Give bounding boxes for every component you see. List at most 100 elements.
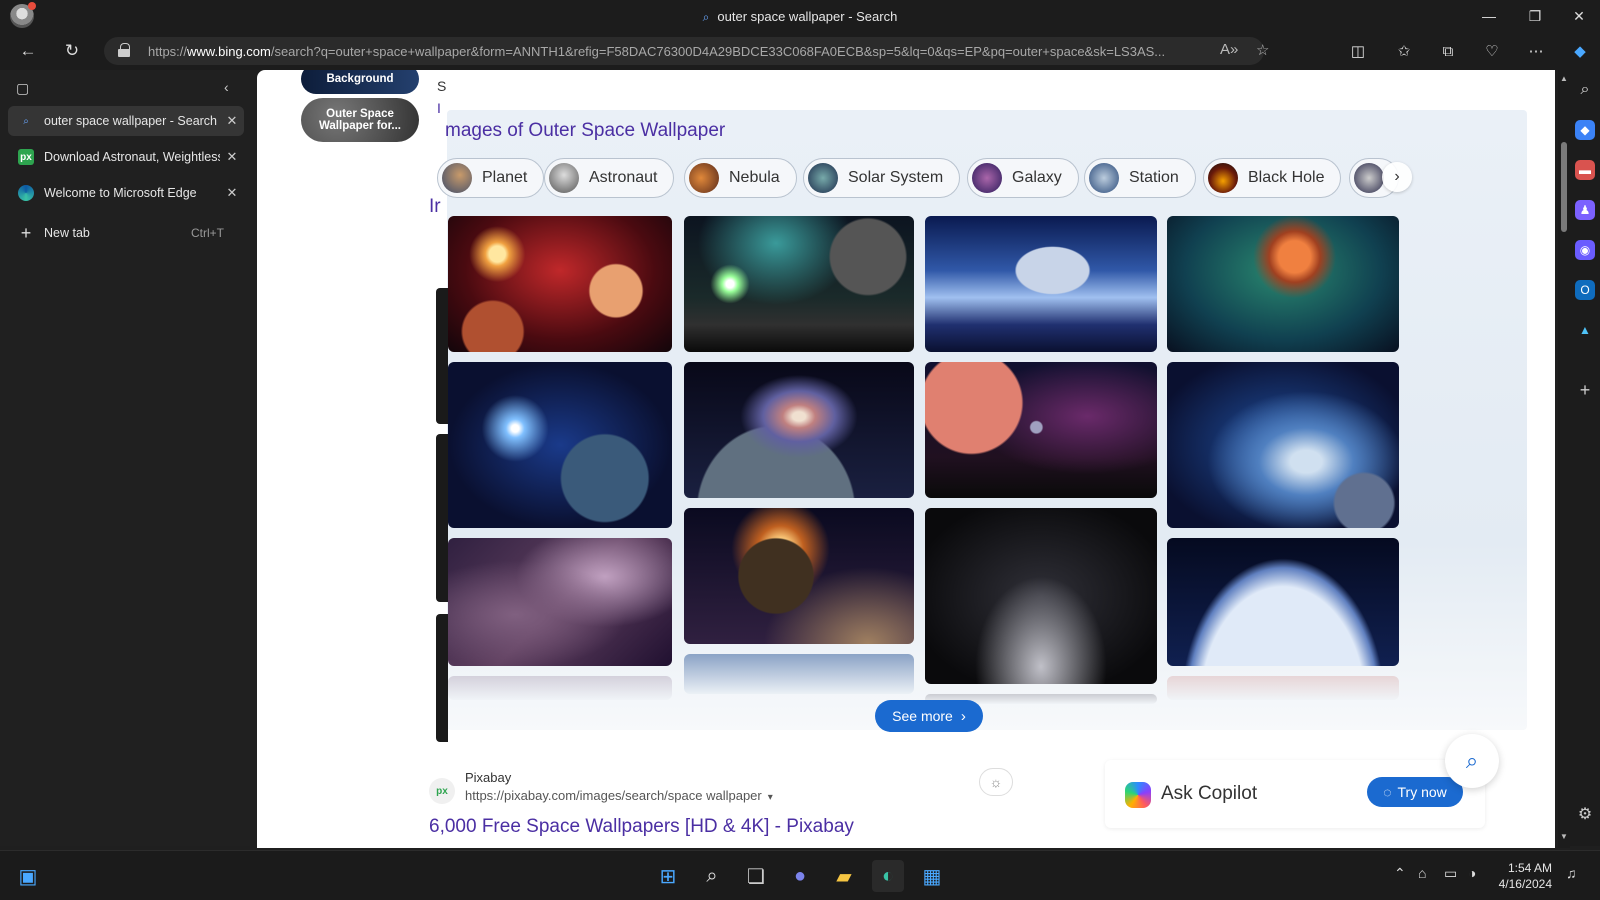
page-scrollbar[interactable]: ▲ ▼ xyxy=(1558,70,1570,848)
result-url[interactable]: https://pixabay.com/images/search/space … xyxy=(465,788,773,803)
search-icon[interactable]: ⌕ xyxy=(1575,80,1595,100)
sidebar-settings-gear-icon[interactable]: ⚙ xyxy=(1575,804,1595,824)
image-result[interactable] xyxy=(925,508,1157,684)
browser-essentials-icon[interactable]: ♡ xyxy=(1478,38,1506,64)
scrollbar-thumb[interactable] xyxy=(1561,142,1567,232)
add-sidebar-app-icon[interactable]: + xyxy=(1575,380,1595,400)
image-result[interactable] xyxy=(684,362,914,498)
image-result-partial[interactable] xyxy=(1167,676,1399,700)
close-tab-icon[interactable]: ✕ xyxy=(220,185,244,201)
address-bar[interactable]: https://www.bing.com/search?q=outer+spac… xyxy=(104,37,1269,65)
image-result[interactable] xyxy=(448,362,672,528)
display-icon[interactable]: ▭ xyxy=(1444,865,1457,882)
tab-actions-icon[interactable]: ▢ xyxy=(16,80,29,97)
galaxy-thumb xyxy=(972,163,1002,193)
image-result[interactable] xyxy=(925,362,1157,498)
file-explorer-icon[interactable]: ▰ xyxy=(828,860,860,892)
copilot-icon[interactable]: ◆ xyxy=(1566,38,1594,64)
clock-date: 4/16/2024 xyxy=(1498,877,1552,891)
show-hidden-icons-chevron-icon[interactable]: ⌃ xyxy=(1394,865,1406,882)
read-aloud-icon[interactable]: A» xyxy=(1220,41,1238,58)
see-more-button[interactable]: See more › xyxy=(875,700,983,732)
search-icon: ⌕ xyxy=(1465,748,1479,773)
tab-download-astronaut[interactable]: px Download Astronaut, Weightless ✕ xyxy=(8,142,244,172)
chip-planet[interactable]: Planet xyxy=(437,158,545,198)
caret-down-icon[interactable]: ▾ xyxy=(768,792,773,803)
network-icon[interactable]: ⌂ xyxy=(1418,865,1426,881)
copilot-icon xyxy=(1125,782,1151,808)
lightbulb-icon[interactable]: ☼ xyxy=(979,768,1013,796)
partial-image-strip[interactable] xyxy=(436,288,448,424)
favorite-star-icon[interactable]: ☆ xyxy=(1256,41,1269,59)
chat-icon: ◌ xyxy=(1383,784,1392,800)
tools-briefcase-icon[interactable]: ▬ xyxy=(1575,160,1595,180)
chevron-right-icon: › xyxy=(1394,168,1400,185)
chip-nebula[interactable]: Nebula xyxy=(684,158,797,198)
games-icon[interactable]: ♟ xyxy=(1575,200,1595,220)
tab-welcome-edge[interactable]: Welcome to Microsoft Edge ✕ xyxy=(8,178,244,208)
chips-next-button[interactable]: › xyxy=(1382,162,1412,192)
volume-icon[interactable]: ◑ xyxy=(1468,865,1476,881)
image-result[interactable] xyxy=(925,216,1157,352)
chip-label: Solar System xyxy=(848,169,944,186)
url-text[interactable]: https://www.bing.com/search?q=outer+spac… xyxy=(148,44,1208,59)
visual-search-button[interactable]: ⌕ xyxy=(1445,734,1499,788)
back-button[interactable]: ← xyxy=(14,39,42,63)
image-result[interactable] xyxy=(684,508,914,644)
edge-sidebar: ⌕ ◆ ▬ ♟ ◉ O ▲ + ⚙ xyxy=(1570,70,1600,846)
tab-outer-space-search[interactable]: ⌕ outer space wallpaper - Search ✕ xyxy=(8,106,244,136)
split-screen-icon[interactable]: ◫ xyxy=(1344,38,1372,64)
shopping-tag-icon[interactable]: ◆ xyxy=(1575,120,1595,140)
system-clock[interactable]: 1:54 AM 4/16/2024 xyxy=(1499,860,1552,892)
favorites-icon[interactable]: ✩ xyxy=(1390,38,1418,64)
microsoft-365-icon[interactable]: ◉ xyxy=(1575,240,1595,260)
image-result-partial[interactable] xyxy=(448,676,672,700)
related-pill-wallpaper[interactable]: Outer Space Wallpaper for... xyxy=(301,98,419,142)
chip-astronaut[interactable]: Astronaut xyxy=(544,158,675,198)
chip-solar-system[interactable]: Solar System xyxy=(803,158,961,198)
try-now-button[interactable]: ◌ Try now xyxy=(1367,777,1463,807)
image-result[interactable] xyxy=(1167,362,1399,528)
edge-browser-icon[interactable]: ◐ xyxy=(872,860,904,892)
image-result[interactable] xyxy=(1167,538,1399,666)
chip-black-hole[interactable]: Black Hole xyxy=(1203,158,1342,198)
result-title-link[interactable]: 6,000 Free Space Wallpapers [HD & 4K] - … xyxy=(429,816,854,838)
task-view-icon[interactable]: ❏ xyxy=(740,860,772,892)
images-section-title[interactable]: mages of Outer Space Wallpaper xyxy=(445,120,725,142)
image-result[interactable] xyxy=(448,538,672,666)
scroll-down-icon[interactable]: ▼ xyxy=(1558,832,1570,841)
image-result-partial[interactable] xyxy=(684,654,914,694)
chip-galaxy[interactable]: Galaxy xyxy=(967,158,1079,198)
collections-icon[interactable]: ⧉ xyxy=(1434,38,1462,64)
refresh-button[interactable]: ↻ xyxy=(58,39,86,63)
image-result[interactable] xyxy=(684,216,914,352)
window-title: ⌕ outer space wallpaper - Search xyxy=(0,9,1600,25)
image-result[interactable] xyxy=(1167,216,1399,352)
result-url-text: https://pixabay.com/images/search/space … xyxy=(465,788,762,803)
scroll-up-icon[interactable]: ▲ xyxy=(1558,74,1570,83)
windows-start-icon[interactable]: ⊞ xyxy=(652,860,684,892)
collapse-chevron-icon[interactable]: ‹ xyxy=(224,79,229,95)
related-pill-background[interactable]: Background xyxy=(301,70,419,94)
more-menu-icon[interactable]: ⋯ xyxy=(1522,38,1550,64)
restore-button[interactable]: ❐ xyxy=(1512,0,1558,32)
search-icon[interactable]: ⌕ xyxy=(696,860,728,892)
close-tab-icon[interactable]: ✕ xyxy=(220,113,244,129)
chip-label: Planet xyxy=(482,169,528,186)
image-result[interactable] xyxy=(448,216,672,352)
desktop-widget-icon[interactable]: ▣ xyxy=(12,860,44,892)
partial-image-strip[interactable] xyxy=(436,614,448,742)
drop-icon[interactable]: ▲ xyxy=(1575,320,1595,340)
outlook-icon[interactable]: O xyxy=(1575,280,1595,300)
clock-time: 1:54 AM xyxy=(1507,861,1552,875)
new-tab-button[interactable]: + New tab Ctrl+T xyxy=(8,218,244,248)
minimize-button[interactable]: — xyxy=(1466,0,1512,32)
partial-image-strip[interactable] xyxy=(436,434,448,602)
notifications-bell-icon[interactable]: ♫ xyxy=(1566,865,1577,881)
chip-label: Astronaut xyxy=(589,169,658,186)
teams-chat-icon[interactable]: ● xyxy=(784,860,816,892)
close-tab-icon[interactable]: ✕ xyxy=(220,149,244,165)
microsoft-store-icon[interactable]: ▦ xyxy=(916,860,948,892)
chip-station[interactable]: Station xyxy=(1084,158,1196,198)
close-window-button[interactable]: ✕ xyxy=(1556,0,1600,32)
